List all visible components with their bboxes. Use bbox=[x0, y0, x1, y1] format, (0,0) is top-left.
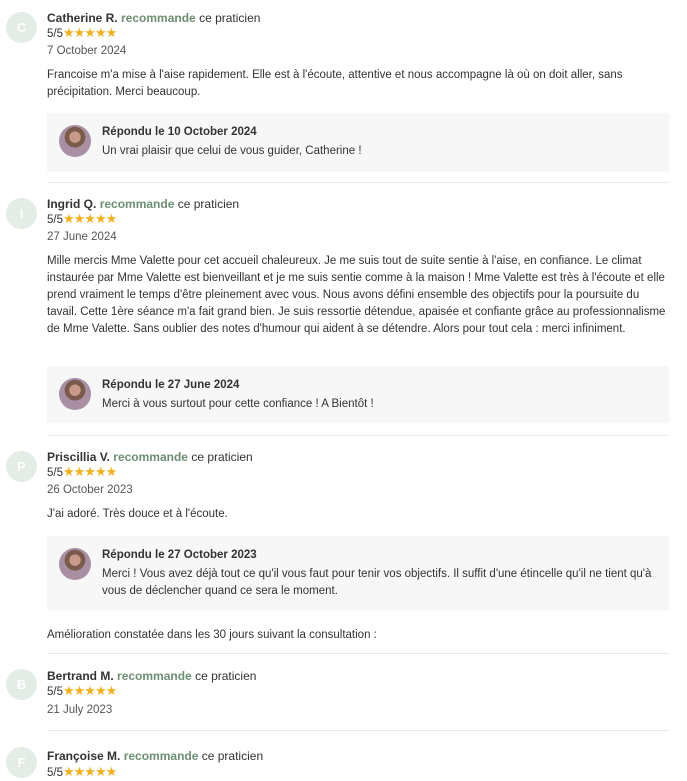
review-date: 27 June 2024 bbox=[47, 231, 117, 243]
reviewer-name: Françoise M. bbox=[47, 749, 121, 763]
star-rating-icon: ★★★★★ bbox=[63, 683, 117, 698]
reply-text: Merci ! Vous avez déjà tout ce qu'il vou… bbox=[102, 568, 652, 597]
reviewer-name: Ingrid Q. bbox=[47, 197, 97, 211]
review-date: 26 October 2023 bbox=[47, 484, 133, 496]
avatar: P bbox=[6, 451, 37, 482]
avatar: B bbox=[6, 669, 37, 700]
practitioner-label: ce praticien bbox=[195, 669, 257, 683]
star-rating-icon: ★★★★★ bbox=[63, 25, 117, 40]
rating: 5/5★★★★★ bbox=[47, 211, 117, 227]
rating: 5/5★★★★★ bbox=[47, 764, 117, 780]
practitioner-reply: Répondu le 10 October 2024 Un vrai plais… bbox=[47, 113, 669, 172]
practitioner-reply: Répondu le 27 June 2024 Merci à vous sur… bbox=[47, 366, 669, 423]
reply-text: Merci à vous surtout pour cette confianc… bbox=[102, 398, 374, 410]
reply-date: Répondu le 27 June 2024 bbox=[102, 379, 240, 391]
review-date: 21 July 2023 bbox=[47, 704, 113, 716]
recommend-label: recommande bbox=[99, 197, 175, 211]
recommend-label: recommande bbox=[117, 669, 192, 683]
recommend-label: recommande bbox=[113, 450, 188, 464]
reviewer-name: Bertrand M. bbox=[47, 669, 114, 683]
review-text: J'ai adoré. Très douce et à l'écoute. bbox=[47, 508, 228, 520]
practitioner-photo bbox=[59, 125, 91, 157]
practitioner-label: ce praticien bbox=[191, 450, 253, 464]
rating-score: 5/5 bbox=[47, 467, 63, 479]
recommend-label: recommande bbox=[123, 749, 199, 763]
reply-text: Un vrai plaisir que celui de vous guider… bbox=[102, 145, 362, 157]
practitioner-label: ce praticien bbox=[177, 197, 240, 211]
avatar: F bbox=[6, 747, 37, 778]
avatar: I bbox=[6, 198, 37, 229]
star-rating-icon: ★★★★★ bbox=[63, 464, 117, 479]
recommend-label: recommande bbox=[121, 11, 196, 25]
reply-date: Répondu le 27 October 2023 bbox=[102, 549, 257, 561]
star-rating-icon: ★★★★★ bbox=[63, 764, 117, 779]
rating-score: 5/5 bbox=[47, 28, 63, 40]
reviewer-name: Catherine R. bbox=[47, 11, 118, 25]
divider bbox=[47, 653, 669, 654]
practitioner-reply: Répondu le 27 October 2023 Merci ! Vous … bbox=[47, 536, 669, 611]
avatar: C bbox=[6, 12, 37, 43]
rating-score: 5/5 bbox=[47, 686, 63, 698]
rating: 5/5★★★★★ bbox=[47, 25, 117, 41]
divider bbox=[47, 730, 669, 731]
rating: 5/5★★★★★ bbox=[47, 683, 117, 699]
divider bbox=[47, 435, 669, 436]
rating-score: 5/5 bbox=[47, 214, 63, 226]
rating-score: 5/5 bbox=[47, 767, 63, 779]
improvement-label: Amélioration constatée dans les 30 jours… bbox=[47, 629, 377, 641]
reply-date: Répondu le 10 October 2024 bbox=[102, 126, 257, 138]
practitioner-label: ce praticien bbox=[199, 11, 261, 25]
rating: 5/5★★★★★ bbox=[47, 464, 117, 480]
divider bbox=[47, 182, 669, 183]
review-date: 7 October 2024 bbox=[47, 45, 127, 57]
practitioner-photo bbox=[59, 548, 91, 580]
review-text: Mille mercis Mme Valette pour cet accuei… bbox=[47, 255, 666, 335]
reviewer-name: Priscillia V. bbox=[47, 450, 110, 464]
star-rating-icon: ★★★★★ bbox=[63, 211, 117, 226]
practitioner-photo bbox=[59, 378, 91, 410]
review-text: Francoise m'a mise à l'aise rapidement. … bbox=[47, 69, 623, 98]
practitioner-label: ce praticien bbox=[201, 749, 264, 763]
